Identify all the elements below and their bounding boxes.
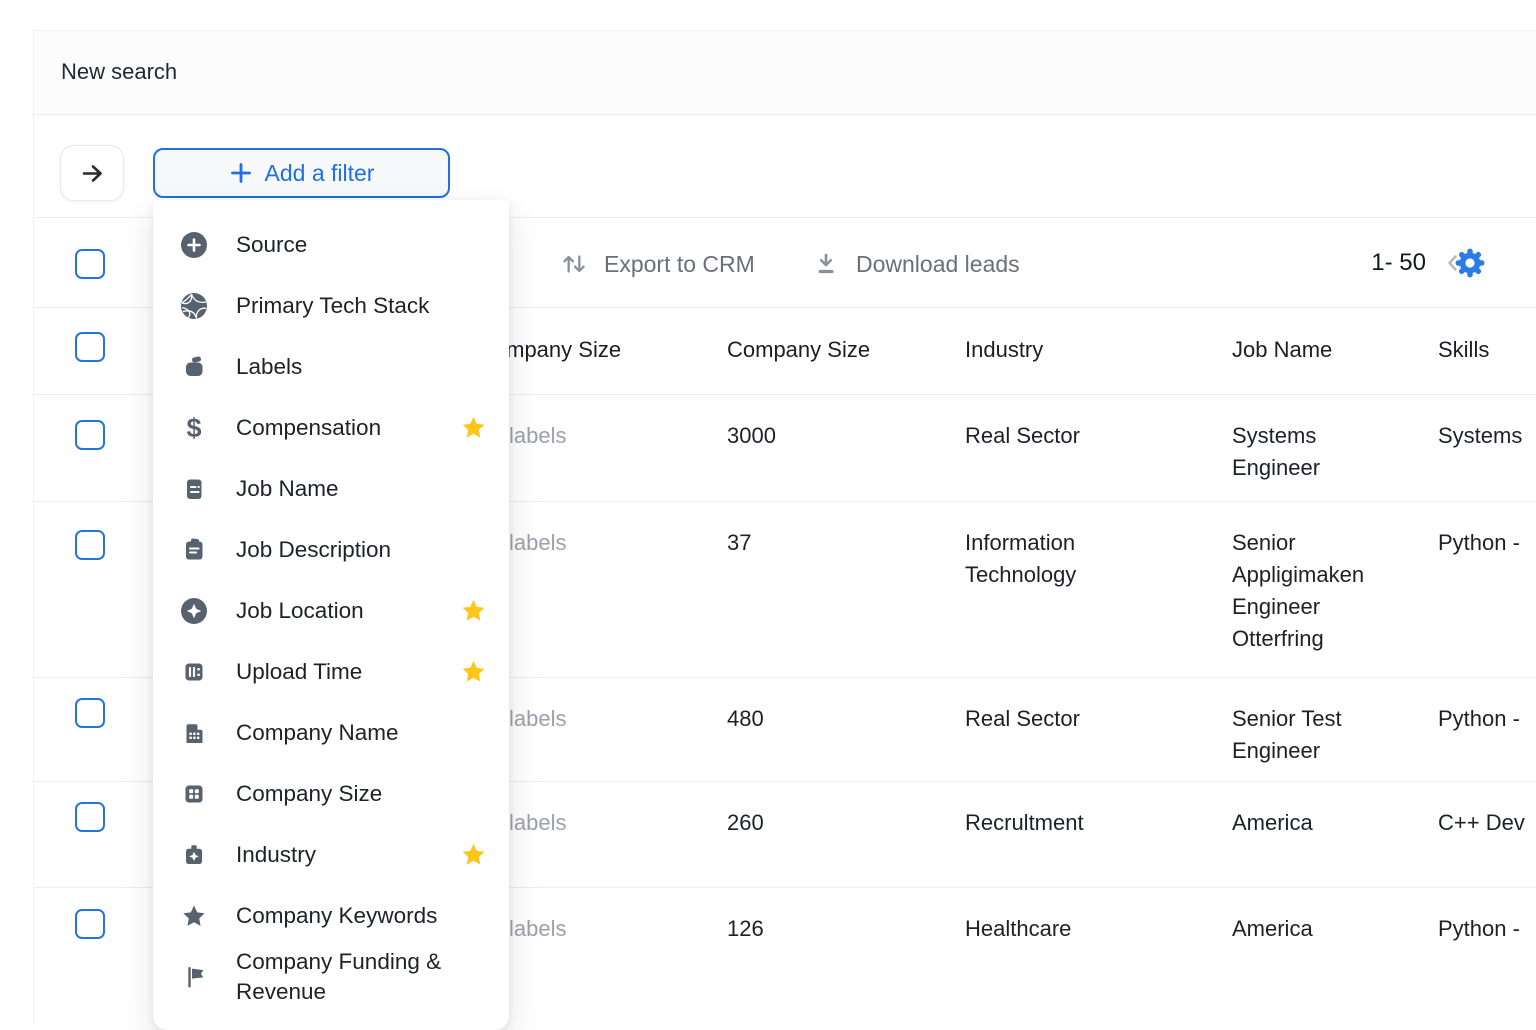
page-title: New search <box>61 59 177 85</box>
cell-labels[interactable]: labels <box>509 913 566 945</box>
cell-company-size: 260 <box>727 807 764 839</box>
briefcase-icon <box>179 352 209 382</box>
add-filter-dropdown: Source Primary Tech Stack Labels $ <box>153 200 509 1030</box>
add-filter-label: Add a filter <box>265 160 375 187</box>
cell-skills: Python - <box>1438 913 1520 945</box>
menu-item-industry[interactable]: Industry <box>153 824 509 885</box>
collapse-panel-button[interactable] <box>60 145 124 201</box>
menu-item-upload-time[interactable]: Upload Time <box>153 641 509 702</box>
favorite-star-icon <box>459 596 488 625</box>
dollar-icon: $ <box>179 413 209 443</box>
cell-job-name: Senior Test Engineer <box>1232 703 1407 767</box>
source-plus-icon <box>179 230 209 260</box>
menu-item-label: Company Keywords <box>236 901 451 931</box>
cell-skills: Systems <box>1438 420 1522 452</box>
cell-industry: Healthcare <box>965 913 1190 945</box>
menu-item-job-location[interactable]: Job Location <box>153 580 509 641</box>
add-filter-button[interactable]: Add a filter <box>153 148 450 198</box>
cell-industry: Information Technology <box>965 527 1190 591</box>
menu-item-label: Source <box>236 230 451 260</box>
column-header-industry[interactable]: Industry <box>965 337 1043 363</box>
cell-skills: Python - <box>1438 703 1520 735</box>
cell-labels[interactable]: labels <box>509 807 566 839</box>
menu-item-company-keywords[interactable]: Company Keywords <box>153 885 509 946</box>
cell-skills: Python - <box>1438 527 1520 559</box>
clipboard-icon <box>179 535 209 565</box>
menu-item-label: Job Name <box>236 474 451 504</box>
cell-skills: C++ Dev <box>1438 807 1525 839</box>
menu-item-company-size[interactable]: Company Size <box>153 763 509 824</box>
cell-industry: Real Sector <box>965 420 1190 452</box>
location-icon <box>179 596 209 626</box>
menu-item-company-funding-revenue[interactable]: Company Funding & Revenue <box>153 946 509 1007</box>
document-icon <box>179 474 209 504</box>
menu-item-label: Job Description <box>236 535 451 565</box>
building-icon <box>179 718 209 748</box>
cell-company-size: 3000 <box>727 420 776 452</box>
menu-item-company-name[interactable]: Company Name <box>153 702 509 763</box>
menu-item-job-name[interactable]: Job Name <box>153 458 509 519</box>
download-leads-label: Download leads <box>856 251 1020 278</box>
column-header-job-name[interactable]: Job Name <box>1232 337 1332 363</box>
export-to-crm-label: Export to CRM <box>604 251 755 278</box>
calendar-bars-icon <box>179 657 209 687</box>
cell-job-name: America <box>1232 807 1407 839</box>
menu-item-job-description[interactable]: Job Description <box>153 519 509 580</box>
menu-item-label: Primary Tech Stack <box>236 291 451 321</box>
cell-labels[interactable]: labels <box>509 703 566 735</box>
row-checkbox[interactable] <box>75 530 105 560</box>
cell-industry: Real Sector <box>965 703 1190 735</box>
cell-labels[interactable]: labels <box>509 527 566 559</box>
row-checkbox[interactable] <box>75 802 105 832</box>
favorite-star-icon <box>459 657 488 686</box>
favorite-star-icon <box>459 840 488 869</box>
download-leads-button[interactable]: Download leads <box>810 248 1020 280</box>
cell-job-name: Senior Appligimaken Engineer Otterfring <box>1232 527 1407 655</box>
menu-item-label: Industry <box>236 840 451 870</box>
cell-company-size: 126 <box>727 913 764 945</box>
plus-icon <box>229 161 253 185</box>
menu-item-label: Company Size <box>236 779 451 809</box>
favorite-star-icon <box>459 413 488 442</box>
cell-job-name: Systems Engineer <box>1232 420 1407 484</box>
menu-item-label: Job Location <box>236 596 451 626</box>
header-row-checkbox[interactable] <box>75 332 105 362</box>
column-header-company-size-2[interactable]: Company Size <box>727 337 870 363</box>
flag-icon <box>179 962 209 992</box>
grid-icon <box>179 779 209 809</box>
menu-item-label: Company Funding & Revenue <box>236 947 451 1007</box>
menu-item-source[interactable]: Source <box>153 214 509 275</box>
cell-labels[interactable]: labels <box>509 420 566 452</box>
menu-item-primary-tech-stack[interactable]: Primary Tech Stack <box>153 275 509 336</box>
column-header-skills[interactable]: Skills <box>1438 337 1489 363</box>
menu-item-label: Company Name <box>236 718 451 748</box>
sort-arrows-icon <box>558 248 590 280</box>
cell-company-size: 480 <box>727 703 764 735</box>
row-checkbox[interactable] <box>75 698 105 728</box>
menu-item-labels[interactable]: Labels <box>153 336 509 397</box>
globe-icon <box>179 291 209 321</box>
arrow-right-icon <box>79 160 106 187</box>
svg-text:$: $ <box>186 413 201 443</box>
export-to-crm-button[interactable]: Export to CRM <box>558 248 755 280</box>
select-all-checkbox[interactable] <box>75 249 105 279</box>
cell-industry: Recrultment <box>965 807 1190 839</box>
cell-job-name: America <box>1232 913 1407 945</box>
menu-item-label: Compensation <box>236 413 451 443</box>
table-settings-button[interactable] <box>1452 245 1488 281</box>
pagination-range: 1- 50 <box>1312 249 1426 277</box>
toolbox-icon <box>179 840 209 870</box>
menu-item-label: Upload Time <box>236 657 451 687</box>
menu-item-label: Labels <box>236 352 451 382</box>
gear-icon <box>1452 245 1488 281</box>
row-checkbox[interactable] <box>75 909 105 939</box>
menu-item-compensation[interactable]: $ Compensation <box>153 397 509 458</box>
cell-company-size: 37 <box>727 527 751 559</box>
star-icon <box>179 901 209 931</box>
title-bar: New search <box>34 31 1536 115</box>
download-icon <box>810 248 842 280</box>
row-checkbox[interactable] <box>75 420 105 450</box>
